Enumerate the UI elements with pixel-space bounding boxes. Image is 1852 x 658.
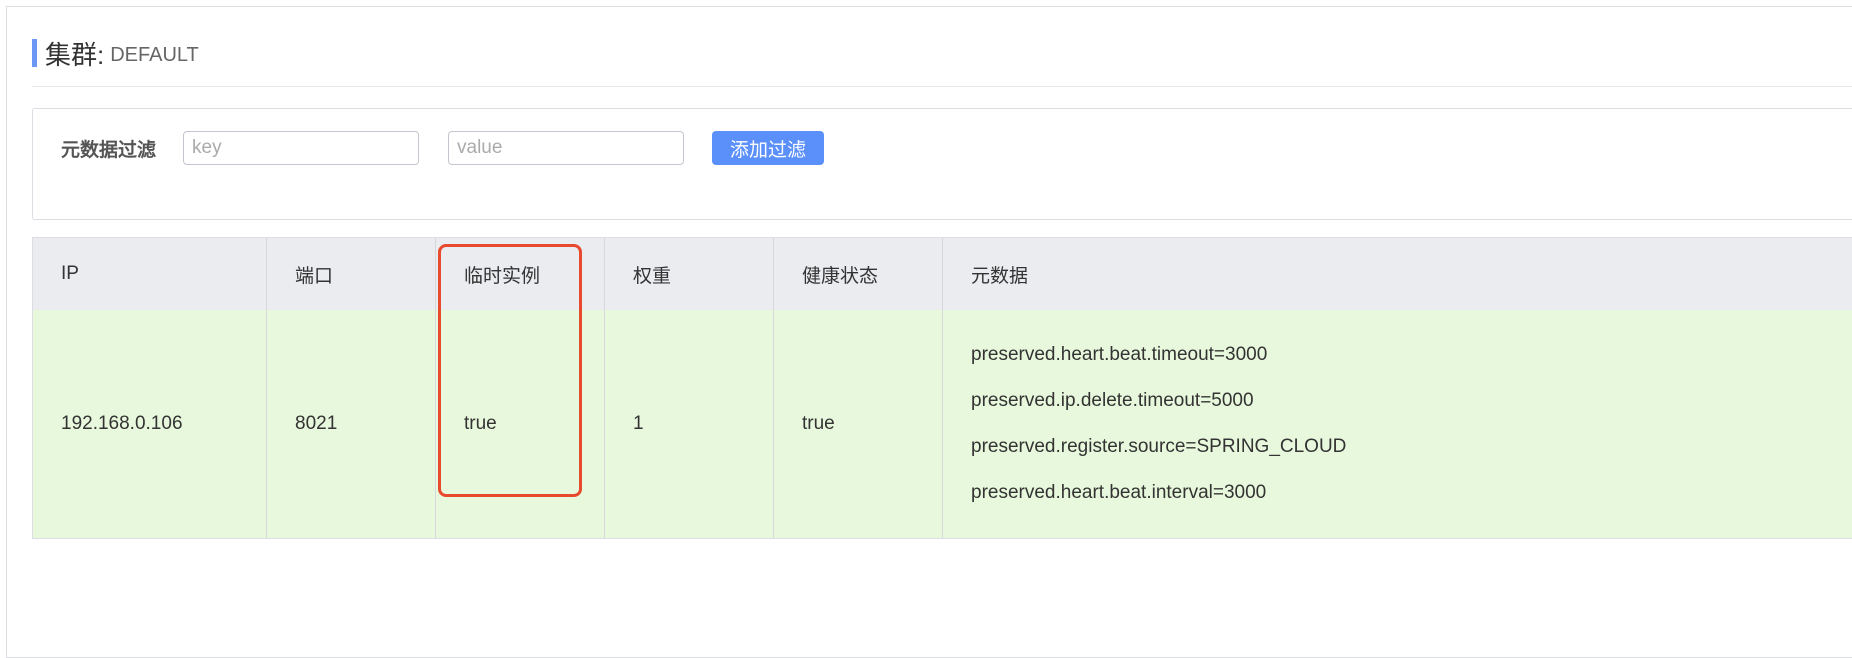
metadata-entry: preserved.heart.beat.timeout=3000 bbox=[971, 344, 1268, 365]
metadata-entry: preserved.ip.delete.timeout=5000 bbox=[971, 390, 1254, 411]
metadata-list: preserved.heart.beat.timeout=3000 preser… bbox=[971, 344, 1346, 504]
table-header-row: IP 端口 临时实例 权重 健康状态 元数据 bbox=[33, 238, 1852, 311]
cluster-header: 集群: DEFAULT bbox=[32, 38, 199, 70]
cell-weight: 1 bbox=[605, 310, 774, 538]
cell-port: 8021 bbox=[267, 310, 436, 538]
column-header-ip[interactable]: IP bbox=[33, 238, 267, 310]
cluster-title: 集群: bbox=[45, 39, 105, 70]
cell-ephemeral: true bbox=[436, 310, 605, 538]
instance-table: IP 端口 临时实例 权重 健康状态 元数据 192.168.0.106 802… bbox=[32, 237, 1852, 539]
column-header-port[interactable]: 端口 bbox=[267, 238, 436, 310]
metadata-filter-box: 元数据过滤 添加过滤 bbox=[32, 108, 1852, 220]
filter-key-input[interactable] bbox=[183, 131, 419, 165]
column-header-metadata[interactable]: 元数据 bbox=[943, 238, 1852, 310]
cell-ip: 192.168.0.106 bbox=[33, 310, 267, 538]
cell-metadata: preserved.heart.beat.timeout=3000 preser… bbox=[943, 310, 1852, 538]
cluster-accent-bar bbox=[32, 39, 37, 67]
column-header-weight[interactable]: 权重 bbox=[605, 238, 774, 310]
header-divider bbox=[32, 86, 1852, 87]
cell-health: true bbox=[774, 310, 943, 538]
column-header-health[interactable]: 健康状态 bbox=[774, 238, 943, 310]
filter-value-input[interactable] bbox=[448, 131, 684, 165]
metadata-filter-label: 元数据过滤 bbox=[61, 140, 157, 161]
add-filter-button[interactable]: 添加过滤 bbox=[712, 131, 824, 165]
metadata-entry: preserved.register.source=SPRING_CLOUD bbox=[971, 436, 1347, 457]
column-header-ephemeral[interactable]: 临时实例 bbox=[436, 238, 605, 310]
cluster-name: DEFAULT bbox=[110, 43, 199, 66]
metadata-entry: preserved.heart.beat.interval=3000 bbox=[971, 482, 1267, 503]
table-row: 192.168.0.106 8021 true 1 true preserved… bbox=[33, 310, 1852, 538]
